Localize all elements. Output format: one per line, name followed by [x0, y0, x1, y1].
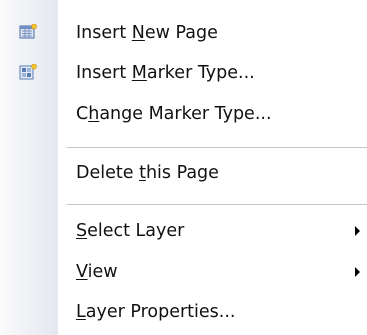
- submenu-arrow-icon: [355, 226, 360, 236]
- menu-item-label: Change Marker Type...: [76, 104, 272, 124]
- menu-item-label: Layer Properties...: [76, 302, 236, 322]
- menu-item-layer-properties[interactable]: Layer Properties...: [0, 290, 367, 334]
- menu-item-insert-marker-type[interactable]: Insert Marker Type...: [0, 51, 367, 95]
- menu-item-view[interactable]: View: [0, 250, 367, 294]
- menu-item-label: Delete this Page: [76, 163, 219, 183]
- menu-item-label: Insert Marker Type...: [76, 63, 255, 83]
- menu-item-insert-new-page[interactable]: Insert New Page: [0, 11, 367, 55]
- menu-item-delete-this-page[interactable]: Delete this Page: [0, 151, 367, 195]
- menu-item-label: Select Layer: [76, 221, 185, 241]
- insert-marker-icon: [19, 63, 37, 80]
- insert-page-icon: [19, 23, 37, 40]
- menu-item-label: Insert New Page: [76, 23, 218, 43]
- submenu-arrow-icon: [355, 267, 360, 277]
- menu-item-change-marker-type[interactable]: Change Marker Type...: [0, 92, 367, 136]
- menu-separator: [67, 204, 367, 205]
- menu-item-label: View: [76, 262, 118, 282]
- menu-item-select-layer[interactable]: Select Layer: [0, 209, 367, 253]
- context-menu: Insert New Page Insert Marker Type... Ch…: [0, 0, 367, 335]
- menu-separator: [67, 147, 367, 148]
